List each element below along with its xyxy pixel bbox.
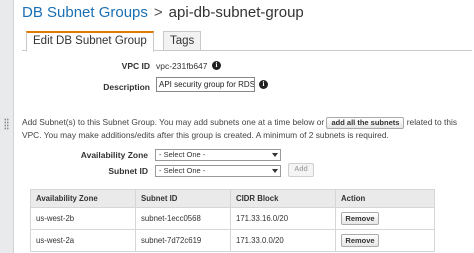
column-header-availability-zone: Availability Zone	[30, 189, 136, 208]
help-text-start: Add Subnet(s) to this Subnet Group. You …	[22, 117, 325, 127]
row-availability-zone: us-west-2b	[30, 207, 136, 230]
description-input[interactable]: API security group for RDS c	[156, 77, 255, 92]
row-subnet-id: subnet-7d72c619	[135, 229, 231, 252]
row-cidr-block: 171.33.16.0/20	[230, 207, 336, 230]
breadcrumb: DB Subnet Groups > api-db-subnet-group	[22, 4, 304, 24]
description-info-icon[interactable]: i	[259, 80, 268, 89]
row-cidr-block: 171.33.0.0/20	[230, 229, 336, 252]
vpc-id-value: vpc-231fb647	[156, 61, 208, 71]
row-availability-zone: us-west-2a	[30, 229, 136, 252]
tab-tags[interactable]: Tags	[163, 31, 202, 51]
tab-edit-db-subnet-group[interactable]: Edit DB Subnet Group	[26, 31, 154, 52]
subnets-table: Availability Zone Subnet ID CIDR Block A…	[30, 189, 435, 252]
table-row: us-west-2b subnet-1ecc0568 171.33.16.0/2…	[30, 207, 435, 230]
breadcrumb-separator: >	[153, 4, 163, 21]
add-all-subnets-button[interactable]: add all the subnets	[326, 116, 405, 129]
row-subnet-id: subnet-1ecc0568	[135, 207, 231, 230]
remove-subnet-button[interactable]: Remove	[341, 212, 379, 225]
column-header-cidr-block: CIDR Block	[230, 189, 336, 208]
page-title: api-db-subnet-group	[168, 4, 304, 21]
availability-zone-select[interactable]: - Select One -	[155, 149, 281, 161]
add-subnet-button[interactable]: Add	[288, 163, 314, 177]
subnet-help-text: Add Subnet(s) to this Subnet Group. You …	[22, 116, 472, 141]
subnet-id-label: Subnet ID	[108, 166, 148, 176]
availability-zone-selected-value: - Select One -	[159, 150, 206, 159]
subnet-id-selected-value: - Select One -	[159, 166, 206, 175]
row-action-cell: Remove	[335, 207, 435, 230]
vpc-info-icon[interactable]: i	[212, 61, 221, 70]
breadcrumb-db-subnet-groups-link[interactable]: DB Subnet Groups	[22, 4, 148, 21]
table-header-row: Availability Zone Subnet ID CIDR Block A…	[30, 189, 435, 208]
vpc-id-label: VPC ID	[121, 61, 150, 71]
resize-gutter[interactable]	[0, 0, 14, 253]
chevron-down-icon	[272, 169, 278, 173]
availability-zone-label: Availability Zone	[80, 150, 148, 160]
column-header-subnet-id: Subnet ID	[135, 189, 231, 208]
subnet-id-select[interactable]: - Select One -	[155, 165, 281, 177]
drag-handle-icon[interactable]	[4, 118, 9, 130]
remove-subnet-button[interactable]: Remove	[341, 234, 379, 247]
row-action-cell: Remove	[335, 229, 435, 252]
tab-bar: Edit DB Subnet Group Tags	[22, 31, 472, 52]
description-label: Description	[103, 82, 150, 92]
table-row: us-west-2a subnet-7d72c619 171.33.0.0/20…	[30, 229, 435, 252]
chevron-down-icon	[272, 153, 278, 157]
column-header-action: Action	[335, 189, 435, 208]
